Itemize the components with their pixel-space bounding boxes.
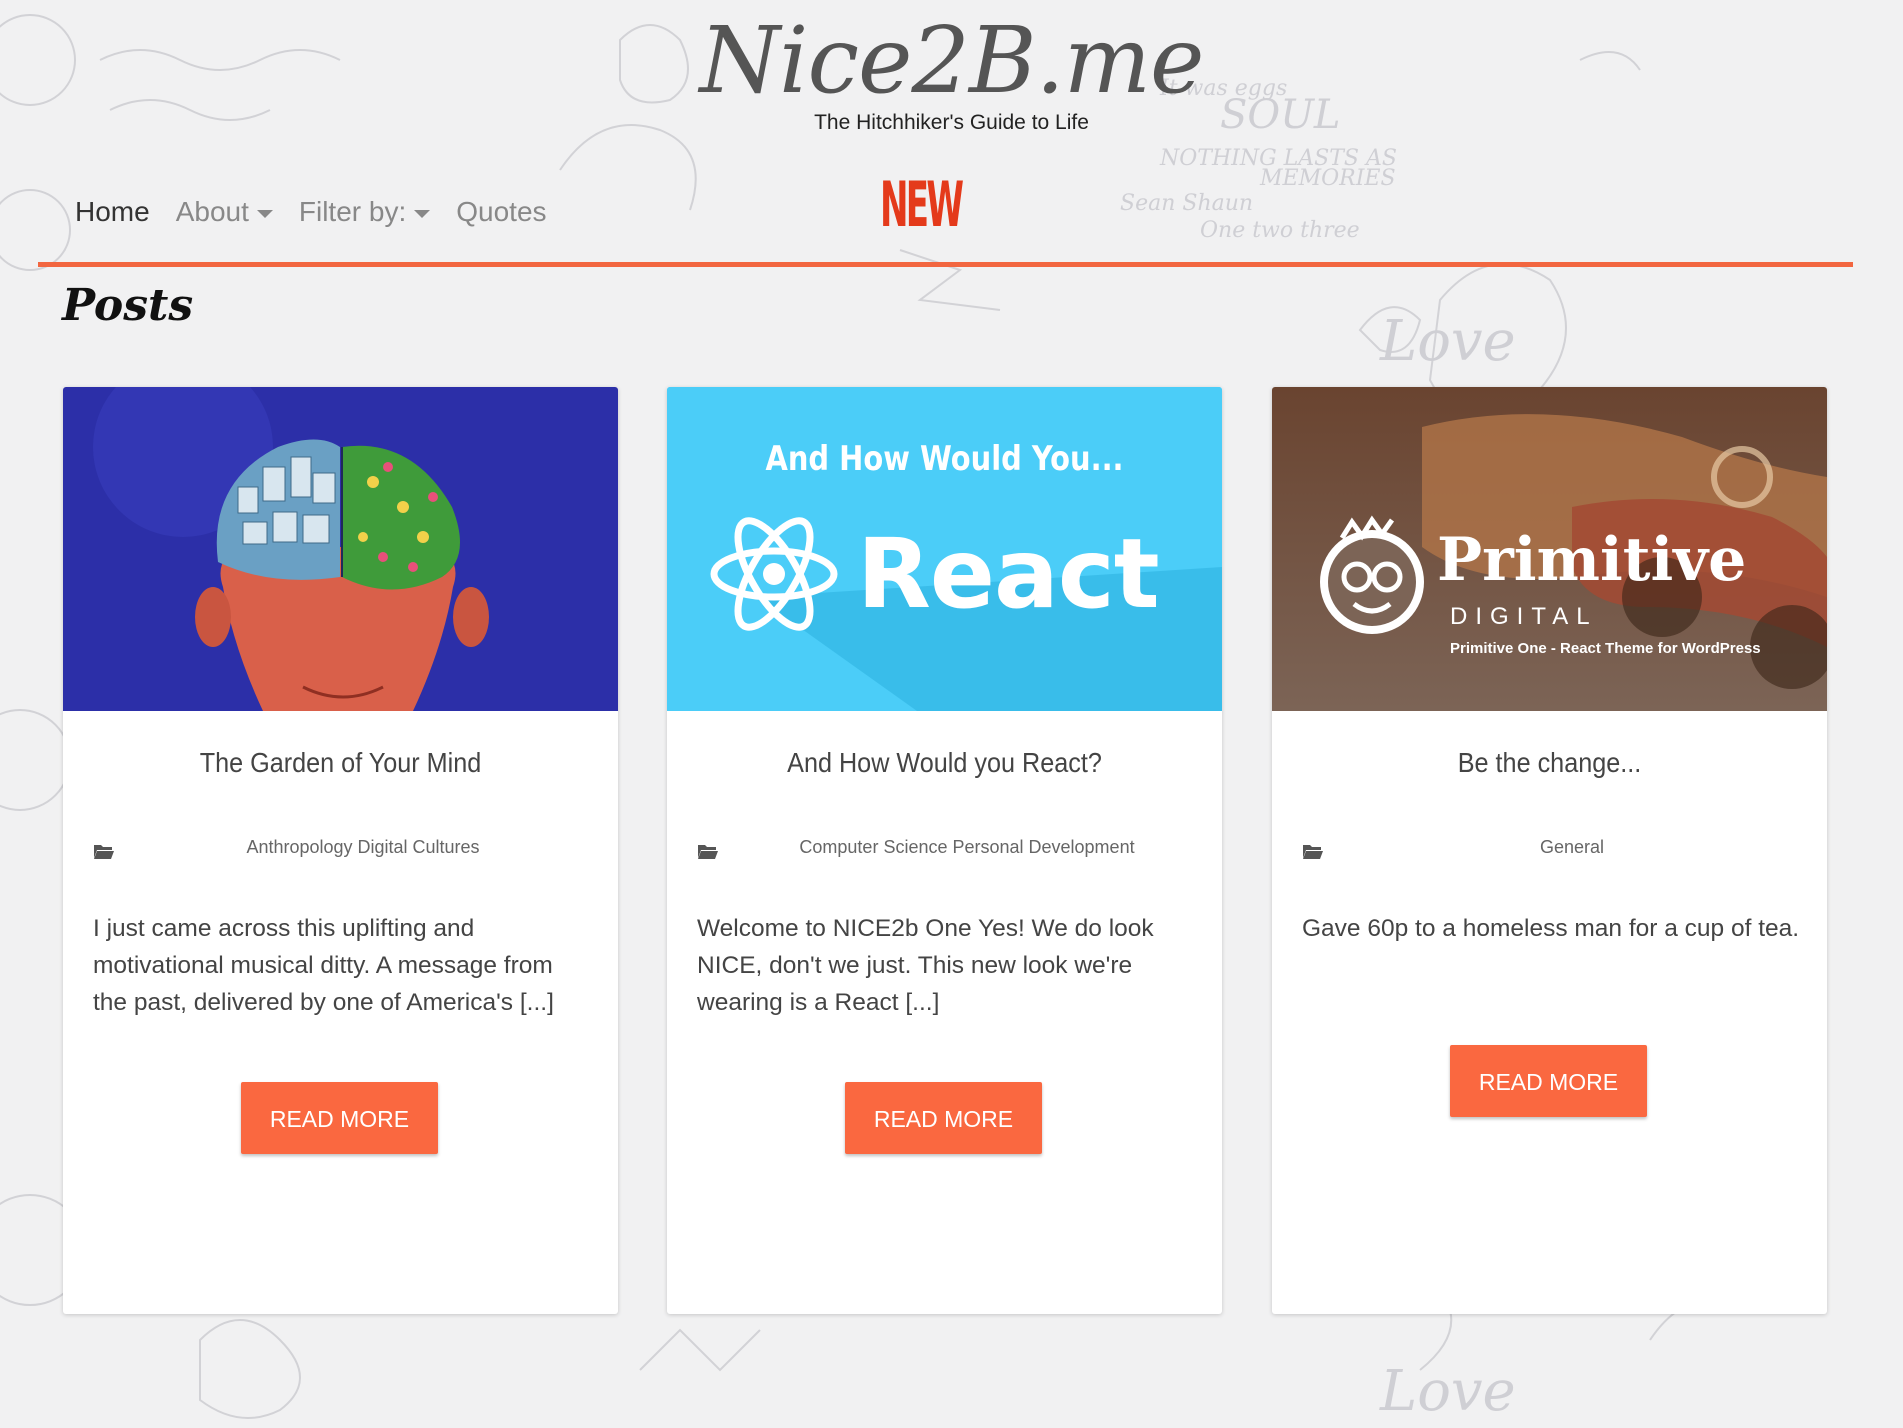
post-card: The Garden of Your Mind Anthropology Dig… [63,387,618,1314]
nav-item-label: About [175,196,249,227]
folder-open-icon [94,845,114,859]
post-title[interactable]: The Garden of Your Mind [91,747,591,779]
page: Nice2B.me The Hitchhiker's Guide to Life… [0,0,1903,1428]
image-heading: And How Would You... [765,439,1124,479]
nav-item-label: Quotes [456,196,547,227]
brain-garden-illustration [63,387,618,711]
read-more-button[interactable]: READ MORE [845,1082,1042,1154]
image-brand-sub: DIGITAL [1450,603,1598,630]
nav-item-home[interactable]: Home [75,196,150,228]
nav-item-quotes[interactable]: Quotes [456,196,546,228]
post-thumbnail[interactable] [63,387,618,711]
post-categories[interactable]: Computer Science Personal Development [727,837,1207,858]
image-caption: Primitive One - React Theme for WordPres… [1450,640,1761,657]
new-badge[interactable]: NEW [880,170,964,240]
post-categories[interactable]: Anthropology Digital Cultures [123,837,603,858]
post-excerpt: Gave 60p to a homeless man for a cup of … [1302,915,1800,942]
caret-down-icon [256,210,273,218]
folder-open-icon [1303,845,1323,859]
nav-item-about[interactable]: About [176,196,273,228]
site-tagline: The Hitchhiker's Guide to Life [814,111,1089,134]
post-categories[interactable]: General [1332,837,1812,858]
post-excerpt: I just came across this uplifting and mo… [93,915,554,1016]
post-title[interactable]: Be the change... [1300,747,1800,779]
post-thumbnail[interactable]: And How Would You... React [667,387,1222,711]
post-thumbnail[interactable]: Primitive DIGITAL Primitive One - React … [1272,387,1827,711]
post-card: Primitive DIGITAL Primitive One - React … [1272,387,1827,1314]
folder-open-icon [698,845,718,859]
post-card: And How Would You... React And How Would… [667,387,1222,1314]
nav-divider [38,262,1853,267]
image-brand: Primitive [1437,525,1747,595]
caret-down-icon [414,210,431,218]
read-more-button[interactable]: READ MORE [1450,1045,1647,1117]
nav-item-filter-by[interactable]: Filter by: [298,196,431,228]
read-more-button[interactable]: READ MORE [241,1082,438,1154]
nav-item-label: Filter by: [298,196,407,227]
site-logo-title[interactable]: Nice2B.me [0,6,1903,116]
nav-item-label: Home [75,196,150,227]
image-word: React [857,518,1160,630]
post-title[interactable]: And How Would you React? [695,747,1195,779]
main-nav: Home About Filter by: Quotes [75,196,547,228]
post-excerpt: Welcome to NICE2b One Yes! We do look NI… [697,915,1154,1016]
section-title: Posts [62,280,194,331]
